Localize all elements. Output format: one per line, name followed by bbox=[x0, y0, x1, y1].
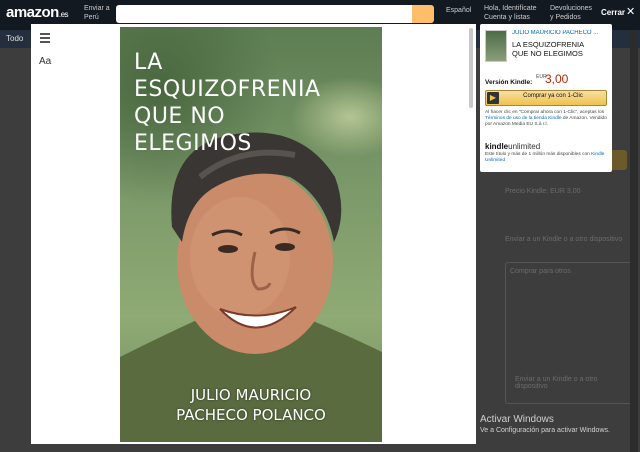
play-icon: ▶ bbox=[487, 92, 499, 104]
windows-activation-title: Activar Windows bbox=[480, 414, 554, 425]
background-price: Precio Kindle: EUR 3,00 bbox=[505, 188, 581, 195]
book-cover: LA ESQUIZOFRENIA QUE NO ELEGIMOS JULIO M… bbox=[120, 27, 382, 442]
kindle-version-label: Versión Kindle: bbox=[485, 79, 533, 86]
author-link[interactable]: JULIO MAURICIO PACHECO ... bbox=[512, 30, 608, 36]
book-thumbnail[interactable] bbox=[485, 30, 507, 62]
menu-icon[interactable] bbox=[40, 33, 50, 43]
reader-scrollbar[interactable] bbox=[469, 28, 473, 108]
kindle-unlimited-text: Este título y más de 1 millón más dispon… bbox=[485, 152, 605, 163]
background-send-link: Enviar a un Kindle o a otro dispositivo bbox=[505, 236, 623, 243]
terms-text: Al hacer clic en "Comprar ahora con 1-Cl… bbox=[485, 110, 607, 127]
cover-author: JULIO MAURICIO PACHECO POLANCO bbox=[176, 386, 326, 424]
cover-title: LA ESQUIZOFRENIA QUE NO ELEGIMOS bbox=[134, 50, 321, 156]
preview-bar: Estás viendo una muestra de la versión K… bbox=[0, 0, 640, 24]
buy-button-label: Comprar ya con 1-Clic bbox=[523, 93, 583, 99]
terms-link[interactable]: Términos de uso de la tienda Kindle bbox=[485, 116, 562, 121]
background-gift-heading: Comprar para otros bbox=[510, 268, 571, 275]
kindle-unlimited-logo: kindleunlimited bbox=[485, 142, 541, 151]
kindle-reader: Aa LA ESQUIZOFRENIA QUE NO ELEGIMOS JULI… bbox=[31, 24, 476, 444]
book-title: LA ESQUIZOFRENIA QUE NO ELEGIMOS bbox=[512, 40, 585, 58]
preview-message: Estás viendo una muestra de la versión K… bbox=[178, 8, 334, 15]
close-icon[interactable]: ✕ bbox=[626, 6, 635, 17]
price-value: 3,00 bbox=[545, 72, 569, 86]
close-button[interactable]: Cerrar bbox=[601, 8, 625, 17]
all-menu[interactable]: Todo bbox=[6, 34, 23, 43]
page-scrollbar[interactable] bbox=[630, 30, 638, 452]
kindle-buy-box: JULIO MAURICIO PACHECO ... LA ESQUIZOFRE… bbox=[480, 24, 612, 172]
font-settings-button[interactable]: Aa bbox=[39, 56, 51, 67]
buy-one-click-button[interactable]: ▶ Comprar ya con 1-Clic bbox=[485, 90, 607, 106]
windows-activation-subtitle: Ve a Configuración para activar Windows. bbox=[480, 427, 610, 434]
background-send-link-2: Enviar a un Kindle o a otro dispositivo bbox=[515, 376, 598, 390]
